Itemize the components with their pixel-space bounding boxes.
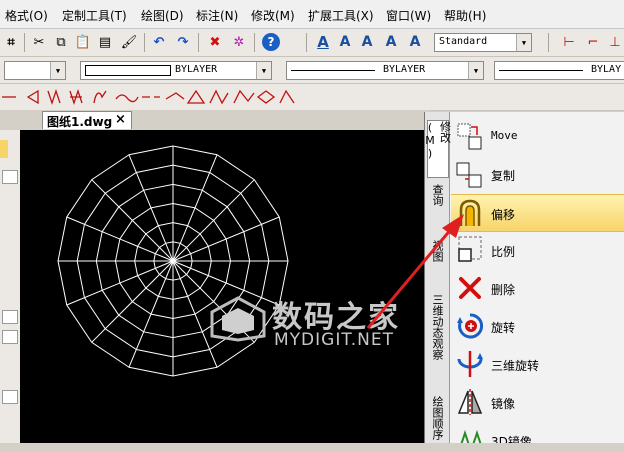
- panel-field[interactable]: [2, 390, 18, 404]
- menu-draw[interactable]: 绘图(D): [141, 7, 184, 24]
- menu-bar: 格式(O) 定制工具(T) 绘图(D) 标注(N) 修改(M) 扩展工具(X) …: [0, 0, 624, 29]
- tool-label: 复制: [491, 169, 516, 183]
- tool-move[interactable]: Move: [451, 118, 624, 154]
- text-style-value: Standard: [439, 36, 488, 47]
- color-swatch: [85, 65, 171, 76]
- polyline-tool-icon: [47, 88, 61, 106]
- panel-marker: [0, 140, 8, 158]
- color-select[interactable]: BYLAYER ▼: [80, 61, 272, 80]
- undo-icon[interactable]: ↶: [150, 33, 168, 51]
- revcloud-tool-icon: [115, 94, 139, 103]
- tool-copy[interactable]: 复制: [451, 156, 624, 192]
- text-style-a-icon[interactable]: A: [314, 33, 332, 51]
- diamond-tool-icon: [256, 90, 276, 104]
- help-icon[interactable]: ?: [262, 33, 280, 51]
- wave-tool-icon: [233, 89, 255, 104]
- web-spoke: [91, 260, 174, 343]
- copy-icon: [456, 162, 482, 188]
- dim-ordinate-icon[interactable]: ⊥: [606, 33, 624, 51]
- zigzag-tool-icon: [209, 89, 229, 105]
- lineweight-select[interactable]: BYLAY: [494, 61, 624, 80]
- draw-tools-strip: [2, 88, 295, 106]
- binoculars-icon[interactable]: ⌗: [2, 33, 20, 51]
- text-edit-icon[interactable]: A: [358, 33, 376, 51]
- web-spoke: [91, 179, 174, 262]
- tool-label: 比例: [491, 245, 516, 259]
- move-icon: [457, 123, 482, 150]
- tab-drawing1[interactable]: 图纸1.dwg ×: [42, 111, 132, 129]
- panel-field[interactable]: [2, 170, 18, 184]
- linetype-select[interactable]: BYLAYER ▼: [286, 61, 484, 80]
- cut-icon[interactable]: ✂: [30, 33, 48, 51]
- layer-select[interactable]: ▼: [4, 61, 66, 80]
- arc-tool-icon: [93, 90, 107, 104]
- paste-icon[interactable]: 📋: [74, 33, 92, 51]
- chevron-down-icon[interactable]: ▼: [256, 62, 271, 79]
- web-spoke: [172, 179, 255, 262]
- tool-label: 三维旋转: [491, 359, 540, 373]
- draw-toolbar: [0, 84, 624, 111]
- dim-linear-icon[interactable]: ⊢: [560, 33, 578, 51]
- paste-special-icon[interactable]: ▤: [96, 33, 114, 51]
- text-scale-icon[interactable]: A: [406, 33, 424, 51]
- tab-label: 图纸1.dwg: [47, 115, 113, 129]
- palette-tab-draworder[interactable]: 绘图顺序: [427, 396, 447, 452]
- purge-icon[interactable]: ✲: [230, 33, 248, 51]
- tool-label: 3D镜像: [491, 435, 532, 443]
- arrow-shaft: [366, 227, 454, 329]
- triangle-tool-icon: [186, 89, 206, 104]
- tool-3d-mirror[interactable]: 3D镜像: [451, 422, 624, 443]
- text-style-select[interactable]: Standard ▼: [434, 33, 532, 52]
- tab-close-icon[interactable]: ×: [115, 112, 126, 127]
- text-find-icon[interactable]: A: [382, 33, 400, 51]
- chevron-down-icon[interactable]: ▼: [468, 62, 483, 79]
- tool-label: 偏移: [491, 208, 516, 222]
- tool-scale[interactable]: 比例: [451, 232, 624, 268]
- tool-offset[interactable]: 偏移: [451, 194, 624, 232]
- lineweight-sample: [499, 70, 583, 71]
- chevron-down-icon[interactable]: ▼: [50, 62, 65, 79]
- mirror-3d-icon: [460, 429, 482, 443]
- menu-custom-tools[interactable]: 定制工具(T): [62, 7, 127, 24]
- annotation-arrow: [366, 214, 464, 329]
- redo-icon[interactable]: ↷: [174, 33, 192, 51]
- wipeout-tool-icon: [165, 92, 185, 100]
- palette-tab-modify[interactable]: 修改(M): [424, 120, 452, 178]
- tool-rotate[interactable]: 旋转: [451, 308, 624, 344]
- tool-label: 删除: [491, 283, 516, 297]
- menu-format[interactable]: 格式(O): [5, 7, 48, 24]
- copy-clip-icon[interactable]: ⧉: [52, 33, 70, 51]
- panel-field[interactable]: [2, 310, 18, 324]
- standard-toolbar: ⌗ ✂ ⧉ 📋 ▤ 🖌 ↶ ↷ ✖ ✲ ? A A A A A Standard…: [0, 29, 624, 57]
- lineweight-value: BYLAY: [591, 64, 622, 75]
- tool-delete[interactable]: 删除: [451, 270, 624, 306]
- left-panel: [0, 130, 21, 443]
- rotate-3d-icon: [457, 351, 483, 377]
- chevron-down-icon[interactable]: ▼: [516, 34, 531, 51]
- color-value: BYLAYER: [175, 64, 218, 75]
- tool-label: 镜像: [491, 397, 516, 411]
- dim-aligned-icon[interactable]: ⌐: [584, 33, 602, 51]
- match-prop-icon[interactable]: 🖌: [120, 33, 138, 51]
- tool-label: Move: [491, 129, 518, 142]
- tool-3d-rotate[interactable]: 三维旋转: [451, 346, 624, 382]
- menu-dimension[interactable]: 标注(N): [196, 7, 238, 24]
- menu-help[interactable]: 帮助(H): [444, 7, 486, 24]
- close-x-icon[interactable]: ✖: [206, 33, 224, 51]
- mirror-icon: [457, 389, 483, 415]
- text-a-icon[interactable]: A: [336, 33, 354, 51]
- properties-toolbar: ▼ BYLAYER ▼ BYLAYER ▼ BYLAY: [0, 57, 624, 84]
- spline-tool-icon: [69, 88, 83, 106]
- tool-mirror[interactable]: 镜像: [451, 384, 624, 420]
- menu-window[interactable]: 窗口(W): [386, 7, 431, 24]
- ray-tool-icon: [26, 89, 39, 105]
- watermark-logo-icon: [210, 296, 266, 342]
- menu-modify[interactable]: 修改(M): [251, 7, 295, 24]
- menu-ext-tools[interactable]: 扩展工具(X): [308, 7, 374, 24]
- peak-tool-icon: [279, 89, 295, 104]
- tool-label: 旋转: [491, 321, 516, 335]
- linetype-sample: [291, 70, 375, 71]
- linetype-value: BYLAYER: [383, 64, 426, 75]
- panel-field[interactable]: [2, 330, 18, 344]
